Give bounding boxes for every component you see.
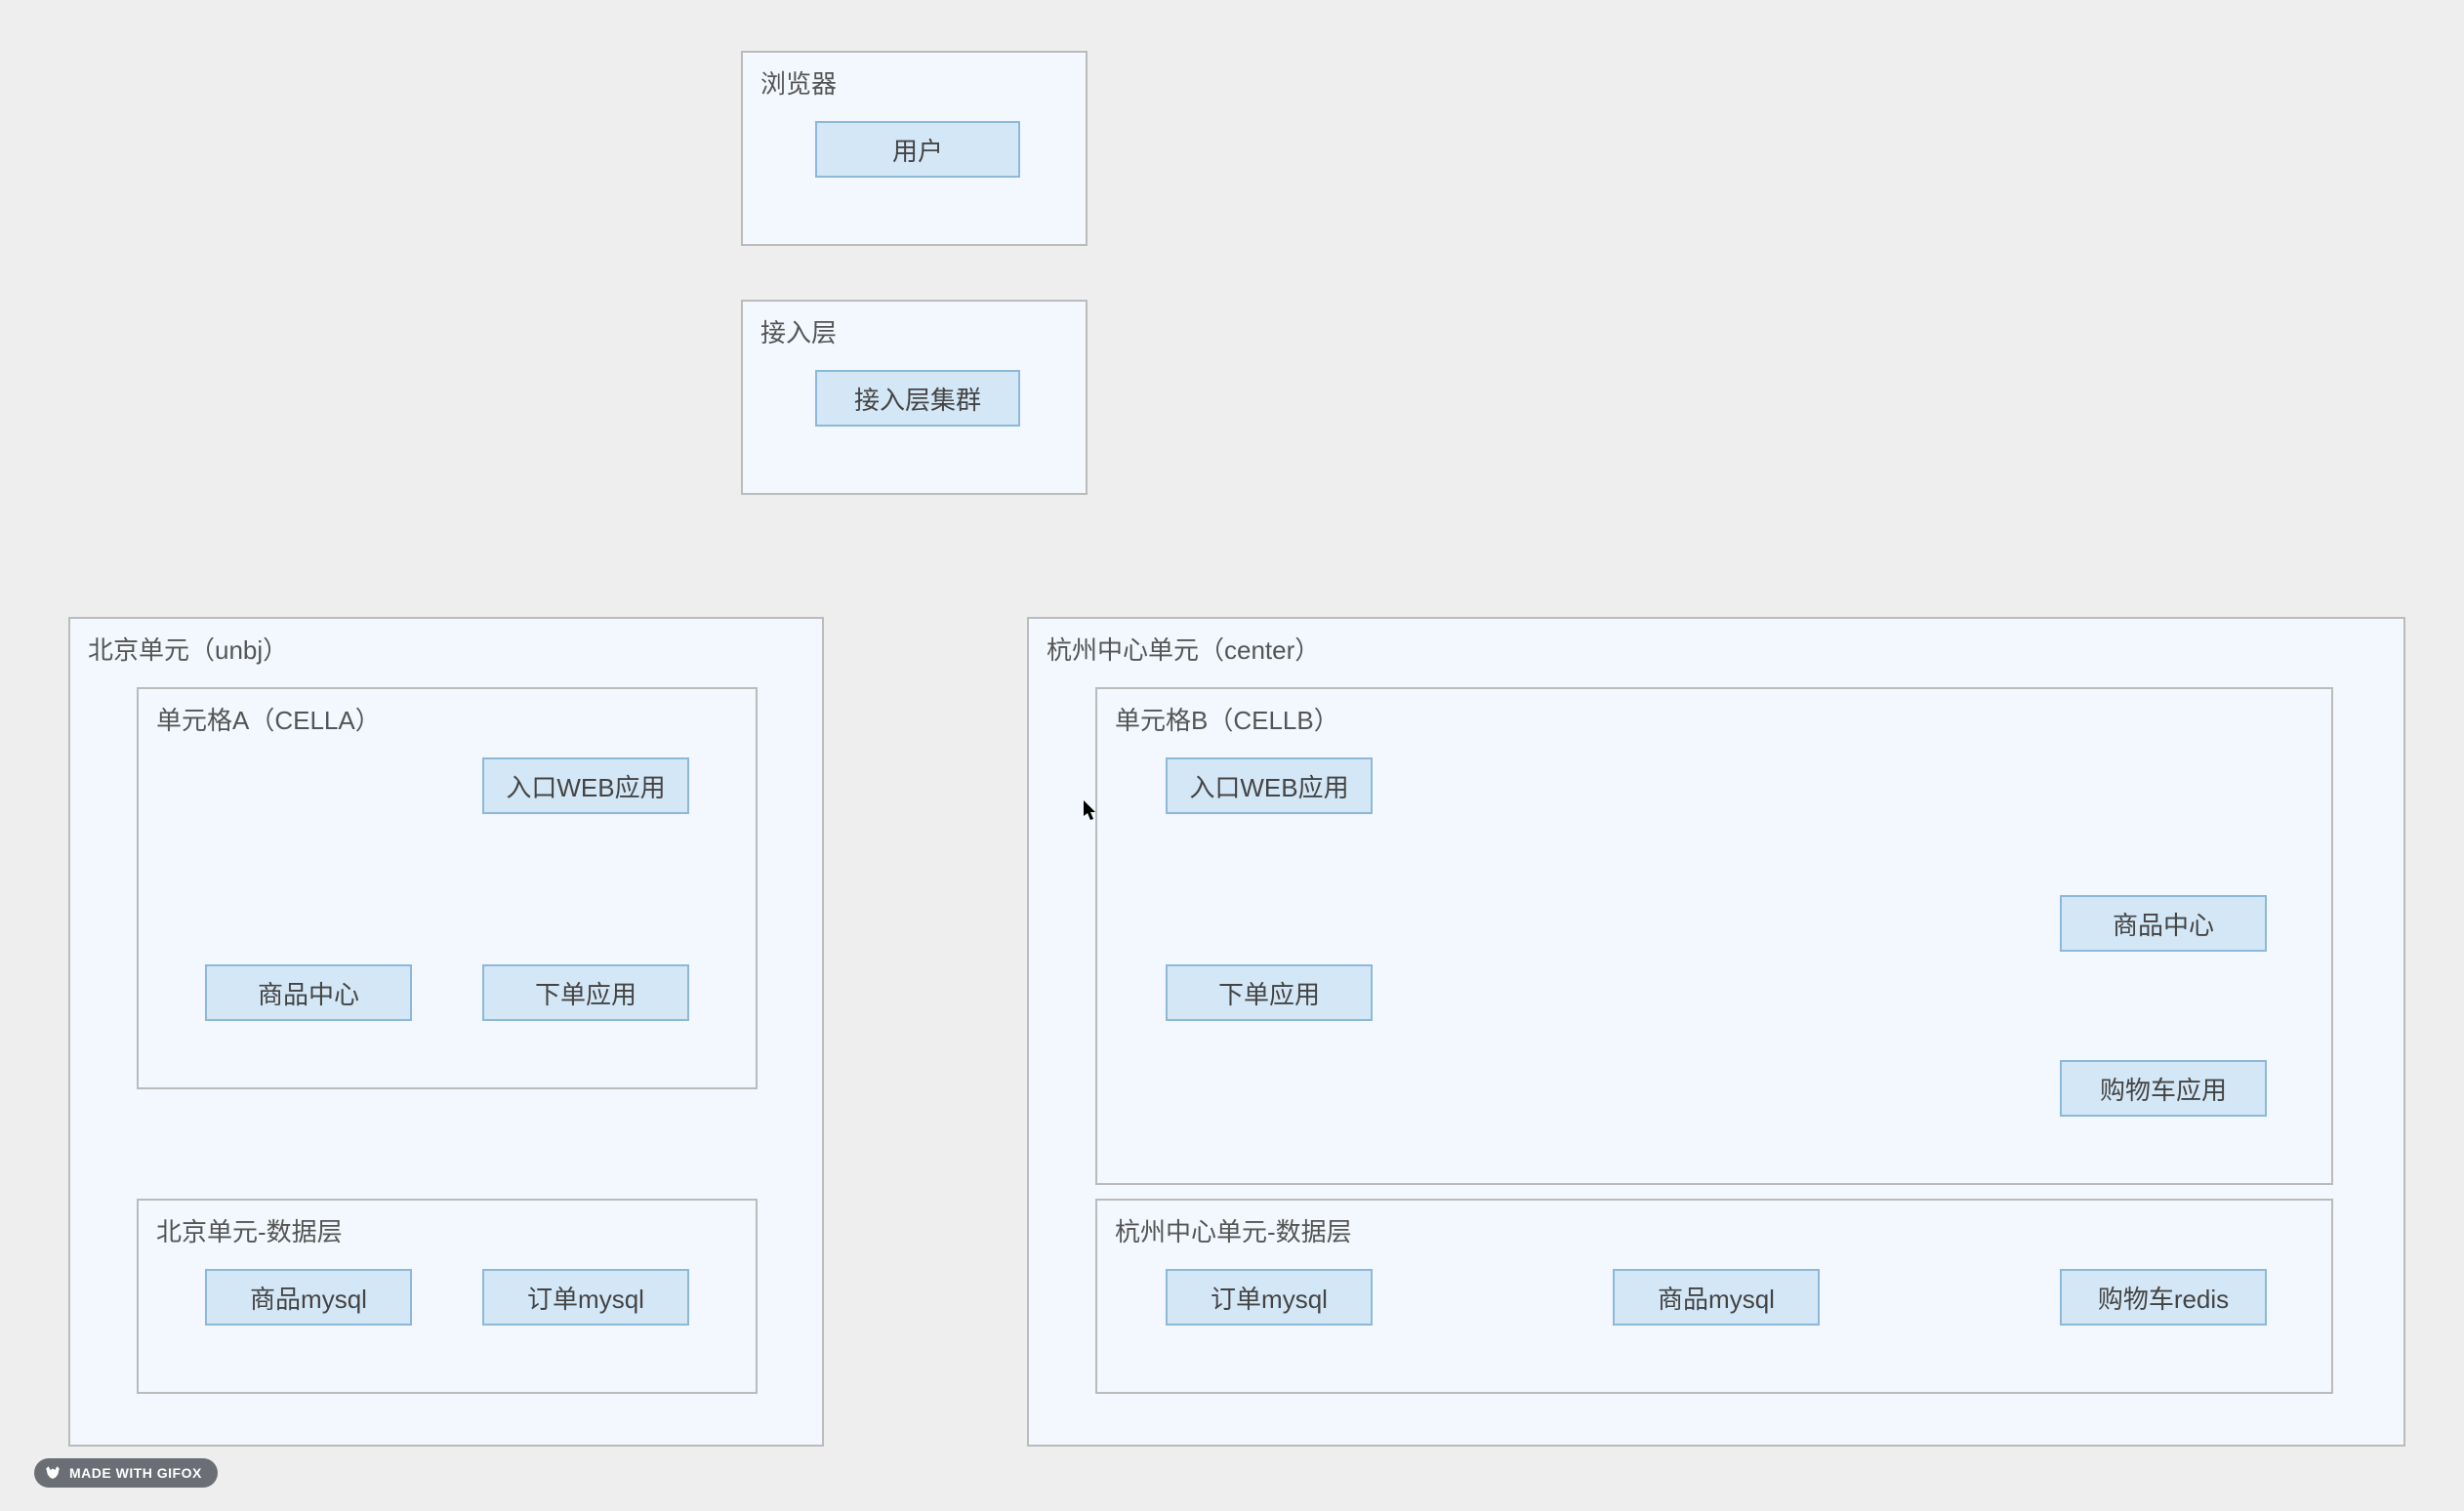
hangzhou-data-title: 杭州中心单元-数据层	[1115, 1212, 2314, 1248]
hangzhou-product-mysql-node: 商品mysql	[1613, 1269, 1820, 1326]
cell-a-order-app-node: 下单应用	[482, 964, 689, 1021]
access-title: 接入层	[760, 313, 1068, 349]
user-node: 用户	[815, 121, 1020, 178]
gifox-icon	[44, 1464, 62, 1482]
cell-a-web-app-node: 入口WEB应用	[482, 757, 689, 814]
browser-title: 浏览器	[760, 64, 1068, 101]
hangzhou-unit-title: 杭州中心单元（center）	[1047, 631, 2386, 667]
beijing-unit-title: 北京单元（unbj）	[88, 631, 804, 667]
gifox-watermark: MADE WITH GIFOX	[34, 1458, 218, 1488]
cell-b-web-app-node: 入口WEB应用	[1166, 757, 1373, 814]
access-cluster-node: 接入层集群	[815, 370, 1020, 427]
beijing-order-mysql-node: 订单mysql	[482, 1269, 689, 1326]
watermark-text: MADE WITH GIFOX	[69, 1465, 202, 1481]
mouse-cursor	[1084, 800, 1099, 822]
cell-b-cart-app-node: 购物车应用	[2060, 1060, 2267, 1117]
beijing-product-mysql-node: 商品mysql	[205, 1269, 412, 1326]
hangzhou-cart-redis-node: 购物车redis	[2060, 1269, 2267, 1326]
cell-a-product-center-node: 商品中心	[205, 964, 412, 1021]
cell-a-container: 单元格A（CELLA）	[137, 687, 758, 1089]
cell-a-title: 单元格A（CELLA）	[156, 701, 738, 737]
cell-b-order-app-node: 下单应用	[1166, 964, 1373, 1021]
hangzhou-order-mysql-node: 订单mysql	[1166, 1269, 1373, 1326]
beijing-data-title: 北京单元-数据层	[156, 1212, 738, 1248]
cell-b-title: 单元格B（CELLB）	[1115, 701, 2314, 737]
cell-b-product-center-node: 商品中心	[2060, 895, 2267, 952]
